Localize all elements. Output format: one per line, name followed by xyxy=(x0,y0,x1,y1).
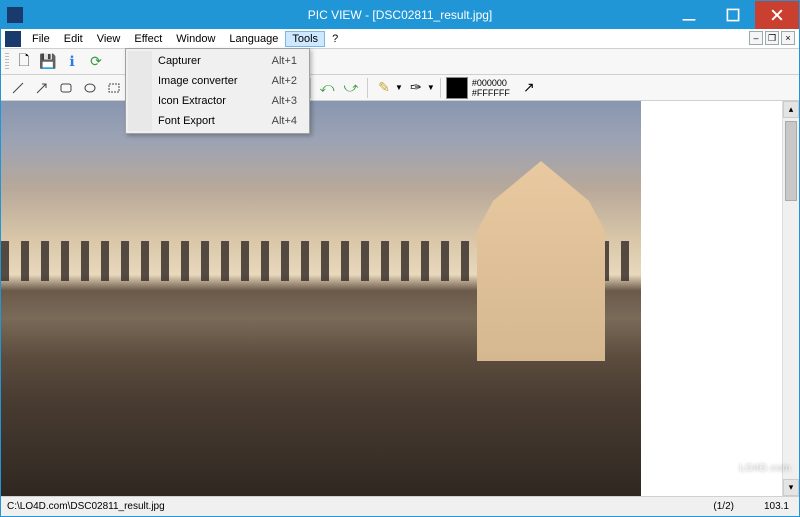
bg-color-value: #FFFFFF xyxy=(472,88,510,98)
dropdown-arrow-icon[interactable]: ▼ xyxy=(395,83,403,92)
refresh-button[interactable]: ⟳ xyxy=(85,51,107,73)
info-button[interactable]: ℹ xyxy=(61,51,83,73)
dotted-rect-icon xyxy=(106,80,122,96)
mdi-restore-button[interactable]: ❐ xyxy=(765,31,779,45)
ellipse-icon xyxy=(82,80,98,96)
rect-tool[interactable] xyxy=(55,77,77,99)
toolbar-separator-2 xyxy=(310,78,311,98)
main-toolbar: 🗋 💾 ℹ ⟳ 📂 ⧉ xyxy=(1,49,799,75)
menu-help[interactable]: ? xyxy=(325,31,345,47)
rotate-right-button[interactable]: ⤻ xyxy=(340,77,362,99)
tools-image-converter[interactable]: Image converter Alt+2 xyxy=(128,71,307,91)
new-file-icon: 🗋 xyxy=(18,50,29,74)
menu-item-shortcut: Alt+3 xyxy=(272,95,297,107)
menu-item-shortcut: Alt+2 xyxy=(272,75,297,87)
rotate-left-icon: ⤺ xyxy=(320,79,335,96)
scroll-down-button[interactable]: ▾ xyxy=(783,479,799,496)
pen-tool[interactable]: ✑ xyxy=(405,77,427,99)
vertical-scrollbar[interactable]: ▴ ▾ xyxy=(782,101,799,496)
menu-item-shortcut: Alt+1 xyxy=(272,55,297,67)
pen-icon: ✑ xyxy=(410,79,422,96)
menu-language[interactable]: Language xyxy=(222,31,285,47)
status-page: (1/2) xyxy=(713,501,734,512)
menu-view[interactable]: View xyxy=(90,31,128,47)
menu-item-label: Capturer xyxy=(158,55,201,67)
rect-icon xyxy=(58,80,74,96)
menu-item-label: Font Export xyxy=(158,115,215,127)
new-button[interactable]: 🗋 xyxy=(13,51,35,73)
window-title: PIC VIEW - [DSC02811_result.jpg] xyxy=(308,8,493,22)
menu-window[interactable]: Window xyxy=(169,31,222,47)
close-button[interactable] xyxy=(755,1,799,29)
image-viewport[interactable]: ▴ ▾ LO4D.com xyxy=(1,101,799,496)
maximize-icon xyxy=(725,7,741,23)
brush-icon: ✎ xyxy=(378,79,390,96)
info-icon: ℹ xyxy=(69,53,74,70)
arrow-icon xyxy=(34,80,50,96)
eyedropper-icon: ↗ xyxy=(523,79,535,96)
mdi-controls: – ❐ × xyxy=(749,31,795,45)
menu-edit[interactable]: Edit xyxy=(57,31,90,47)
scroll-thumb[interactable] xyxy=(785,121,797,201)
status-bar: C:\LO4D.com\DSC02811_result.jpg (1/2) 10… xyxy=(1,496,799,516)
mdi-minimize-button[interactable]: – xyxy=(749,31,763,45)
menu-item-label: Image converter xyxy=(158,75,237,87)
toolbar-grip[interactable] xyxy=(5,53,9,71)
fg-color-value: #000000 xyxy=(472,78,510,88)
save-icon: 💾 xyxy=(39,53,56,70)
menu-effect[interactable]: Effect xyxy=(127,31,169,47)
drawing-toolbar: ↶ ↷ ⤺ ⤻ ✎ ▼ ✑ ▼ #000000 #FFFFFF ↗ xyxy=(1,75,799,101)
scroll-up-button[interactable]: ▴ xyxy=(783,101,799,118)
menu-file[interactable]: File xyxy=(25,31,57,47)
minimize-button[interactable] xyxy=(667,1,711,29)
ellipse-tool[interactable] xyxy=(79,77,101,99)
tools-capturer[interactable]: Capturer Alt+1 xyxy=(128,51,307,71)
menu-bar: File Edit View Effect Window Language To… xyxy=(1,29,799,49)
save-button[interactable]: 💾 xyxy=(37,51,59,73)
menu-item-label: Icon Extractor xyxy=(158,95,226,107)
close-icon xyxy=(769,7,785,23)
menu-item-shortcut: Alt+4 xyxy=(272,115,297,127)
menu-tools[interactable]: Tools xyxy=(285,31,325,47)
tools-dropdown: Capturer Alt+1 Image converter Alt+2 Ico… xyxy=(125,48,310,134)
rotate-right-icon: ⤻ xyxy=(344,79,359,96)
watermark: LO4D.com xyxy=(739,463,791,474)
toolbar-separator-3 xyxy=(367,78,368,98)
window-controls xyxy=(667,1,799,29)
image-detail-building xyxy=(461,161,621,361)
app-icon-small xyxy=(5,31,21,47)
mdi-close-button[interactable]: × xyxy=(781,31,795,45)
refresh-icon: ⟳ xyxy=(90,53,102,70)
displayed-image xyxy=(1,101,641,496)
brush-tool[interactable]: ✎ xyxy=(373,77,395,99)
line-tool[interactable] xyxy=(7,77,29,99)
dropdown-arrow-icon-2[interactable]: ▼ xyxy=(427,83,435,92)
color-codes: #000000 #FFFFFF xyxy=(472,78,510,98)
dotted-rect-tool[interactable] xyxy=(103,77,125,99)
app-icon xyxy=(7,7,23,23)
minimize-icon xyxy=(681,7,697,23)
line-icon xyxy=(10,80,26,96)
maximize-button[interactable] xyxy=(711,1,755,29)
toolbar-separator-4 xyxy=(440,78,441,98)
status-zoom: 103.1 xyxy=(764,501,789,512)
title-bar: PIC VIEW - [DSC02811_result.jpg] xyxy=(1,1,799,29)
eyedropper-button[interactable]: ↗ xyxy=(518,77,540,99)
arrow-tool[interactable] xyxy=(31,77,53,99)
tools-font-export[interactable]: Font Export Alt+4 xyxy=(128,111,307,131)
tools-icon-extractor[interactable]: Icon Extractor Alt+3 xyxy=(128,91,307,111)
status-filepath: C:\LO4D.com\DSC02811_result.jpg xyxy=(7,501,165,512)
foreground-color-swatch[interactable] xyxy=(446,77,468,99)
rotate-left-button[interactable]: ⤺ xyxy=(316,77,338,99)
app-window: PIC VIEW - [DSC02811_result.jpg] File Ed… xyxy=(0,0,800,517)
